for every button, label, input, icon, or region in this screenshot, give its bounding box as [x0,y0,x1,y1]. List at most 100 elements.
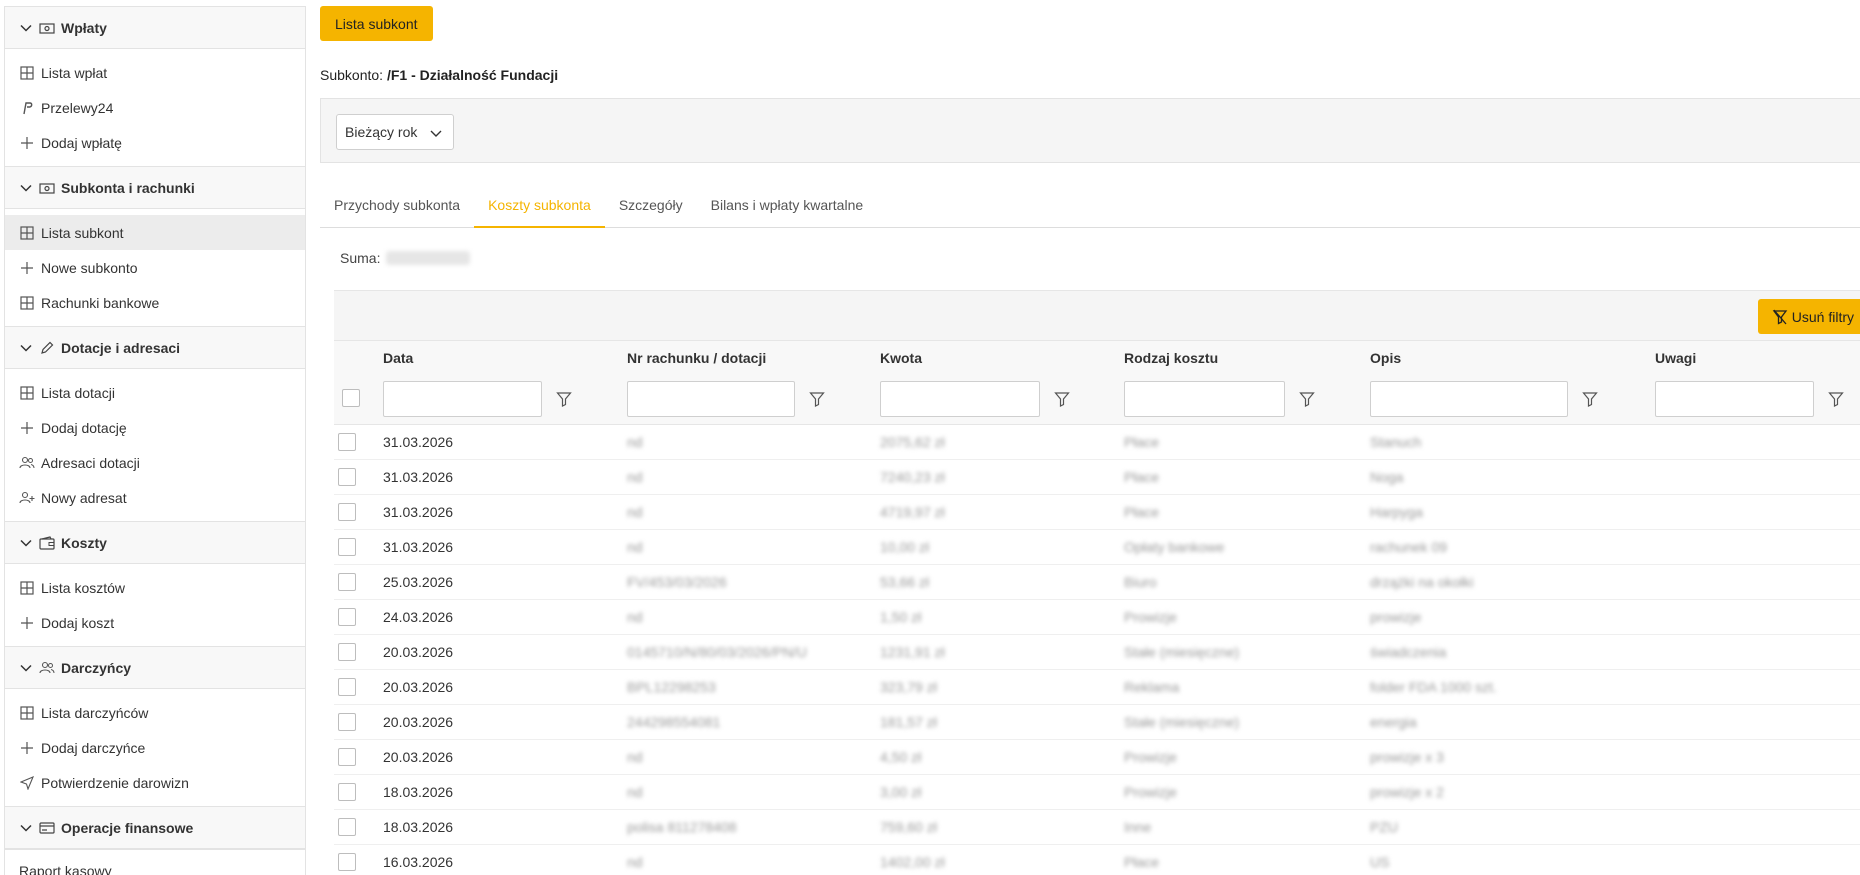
row-checkbox[interactable] [338,678,356,696]
table-row[interactable]: 20.03.2026 nd 4,50 zł Prowizje prowizje x 3 [334,740,1860,775]
tab[interactable]: Przychody subkonta [320,190,474,228]
row-checkbox[interactable] [338,608,356,626]
filter-icon[interactable] [809,391,825,407]
row-checkbox[interactable] [338,538,356,556]
plus-icon [19,135,35,151]
cell-kwota: 4719,97 zł [880,504,945,520]
column-filter-input[interactable] [880,381,1040,417]
users-icon [19,455,35,471]
clear-filters-button[interactable]: Usuń filtry [1757,299,1860,334]
table-row[interactable]: 25.03.2026 FV/453/03/2026 53,66 zł Biuro drz… [334,565,1860,600]
sidebar-item[interactable]: Lista wpłat [5,55,305,90]
cell-kwota: 181,57 zł [880,714,937,730]
sidebar-item[interactable]: Dodaj darczyńce [5,730,305,765]
column-filter-input[interactable] [1124,381,1285,417]
cell-kwota: 4,50 zł [880,749,922,765]
column-header[interactable]: Rodzaj kosztu [1124,350,1218,366]
grid-rows: 31.03.2026 nd 2075,62 zł Płace Stanuch 31.03.… [334,425,1860,875]
sidebar-item-label: Dodaj wpłatę [41,134,122,151]
column-filter-input[interactable] [627,381,795,417]
table-row[interactable]: 20.03.2026 0145710/N/80/03/2026/PN/U 1231,… [334,635,1860,670]
filter-icon[interactable] [1054,391,1070,407]
table-row[interactable]: 31.03.2026 nd 7240,23 zł Płace Noga [334,460,1860,495]
table-icon [19,65,35,81]
sidebar-item-raport-kasowy[interactable]: Raport kasowy [5,850,305,875]
table-row[interactable]: 18.03.2026 polisa 811278408 759,60 zł Inne P… [334,810,1860,845]
table-row[interactable]: 31.03.2026 nd 4719,97 zł Płace Harpyga [334,495,1860,530]
period-select[interactable]: Bieżący rok [336,114,454,150]
row-checkbox[interactable] [338,503,356,521]
filter-icon[interactable] [1828,391,1844,407]
row-checkbox[interactable] [338,818,356,836]
filter-icon[interactable] [1299,391,1315,407]
sidebar-item[interactable]: Dodaj dotację [5,410,305,445]
tab[interactable]: Bilans i wpłaty kwartalne [697,190,878,228]
row-checkbox[interactable] [338,643,356,661]
sidebar-section-header[interactable]: Darczyńcy [5,647,305,689]
cell-data: 31.03.2026 [383,504,454,520]
sidebar-section-header[interactable]: Subkonta i rachunki [5,167,305,209]
cell-nr: nd [627,469,643,485]
suma-value-redacted [386,251,471,265]
table-row[interactable]: 20.03.2026 BPL12298253 323,79 zł Reklama fol… [334,670,1860,705]
sidebar-section-header[interactable]: Koszty [5,522,305,564]
table-row[interactable]: 20.03.2026 244298554081 181,57 zł Stałe (mi… [334,705,1860,740]
column-filter-input[interactable] [383,381,542,417]
cell-kwota: 53,66 zł [880,574,930,590]
column-header[interactable]: Data [383,350,413,366]
table-row[interactable]: 16.03.2026 nd 1402,00 zł Płace US [334,845,1860,875]
sidebar-item[interactable]: Potwierdzenie darowizn [5,765,305,800]
sidebar-item[interactable]: Lista dotacji [5,375,305,410]
filter-icon[interactable] [1582,391,1598,407]
cell-kwota: 759,60 zł [880,819,937,835]
subkonto-list-button[interactable]: Lista subkont [320,6,433,41]
column-header[interactable]: Kwota [880,350,922,366]
select-all-checkbox[interactable] [342,389,360,407]
cell-data: 25.03.2026 [383,574,454,590]
column-filter-input[interactable] [1655,381,1814,417]
column-header[interactable]: Nr rachunku / dotacji [627,350,766,366]
row-checkbox[interactable] [338,713,356,731]
sidebar-item[interactable]: Dodaj wpłatę [5,125,305,160]
column-header[interactable]: Opis [1370,350,1401,366]
cell-nr: FV/453/03/2026 [627,574,727,590]
tab[interactable]: Szczegóły [605,190,697,228]
subkonto-label: Subkonto: [320,67,384,83]
sidebar-item[interactable]: Nowe subkonto [5,250,305,285]
sidebar-item[interactable]: Nowy adresat [5,480,305,515]
sidebar-item[interactable]: Dodaj koszt [5,605,305,640]
wallet-cash-icon [39,20,55,36]
row-checkbox[interactable] [338,783,356,801]
cell-data: 24.03.2026 [383,609,454,625]
cell-nr: BPL12298253 [627,679,716,695]
cell-rodzaj: Prowizje [1124,609,1177,625]
row-checkbox[interactable] [338,468,356,486]
tab[interactable]: Koszty subkonta [474,190,605,228]
row-checkbox[interactable] [338,433,356,451]
sidebar-item-list: Lista kosztów Dodaj koszt [5,564,305,646]
sidebar-item[interactable]: Przelewy24 [5,90,305,125]
sidebar-item[interactable]: Lista kosztów [5,570,305,605]
table-row[interactable]: 18.03.2026 nd 3,00 zł Prowizje prowizje x 2 [334,775,1860,810]
table-row[interactable]: 31.03.2026 nd 2075,62 zł Płace Stanuch [334,425,1860,460]
sidebar-item[interactable]: Adresaci dotacji [5,445,305,480]
cell-opis: świadczenia [1370,644,1447,660]
filter-icon[interactable] [556,391,572,407]
sidebar-item[interactable]: Lista subkont [5,215,305,250]
sidebar-item[interactable]: Lista darczyńców [5,695,305,730]
sidebar: Wpłaty Lista wpłat Przelewy24 Dodaj wpłatę S… [4,6,306,875]
table-row[interactable]: 24.03.2026 nd 1,50 zł Prowizje prowizje [334,600,1860,635]
sidebar-item-label: Dodaj dotację [41,419,127,436]
table-row[interactable]: 31.03.2026 nd 10,00 zł Opłaty bankowe rachun… [334,530,1860,565]
sidebar-section-header[interactable]: Dotacje i adresaci [5,327,305,369]
cell-data: 31.03.2026 [383,434,454,450]
cell-rodzaj: Opłaty bankowe [1124,539,1225,555]
row-checkbox[interactable] [338,573,356,591]
column-header[interactable]: Uwagi [1655,350,1696,366]
column-filter-input[interactable] [1370,381,1568,417]
sidebar-section-header[interactable]: Operacje finansowe [5,807,305,849]
sidebar-section-header[interactable]: Wpłaty [5,7,305,49]
sidebar-item[interactable]: Rachunki bankowe [5,285,305,320]
row-checkbox[interactable] [338,853,356,871]
row-checkbox[interactable] [338,748,356,766]
